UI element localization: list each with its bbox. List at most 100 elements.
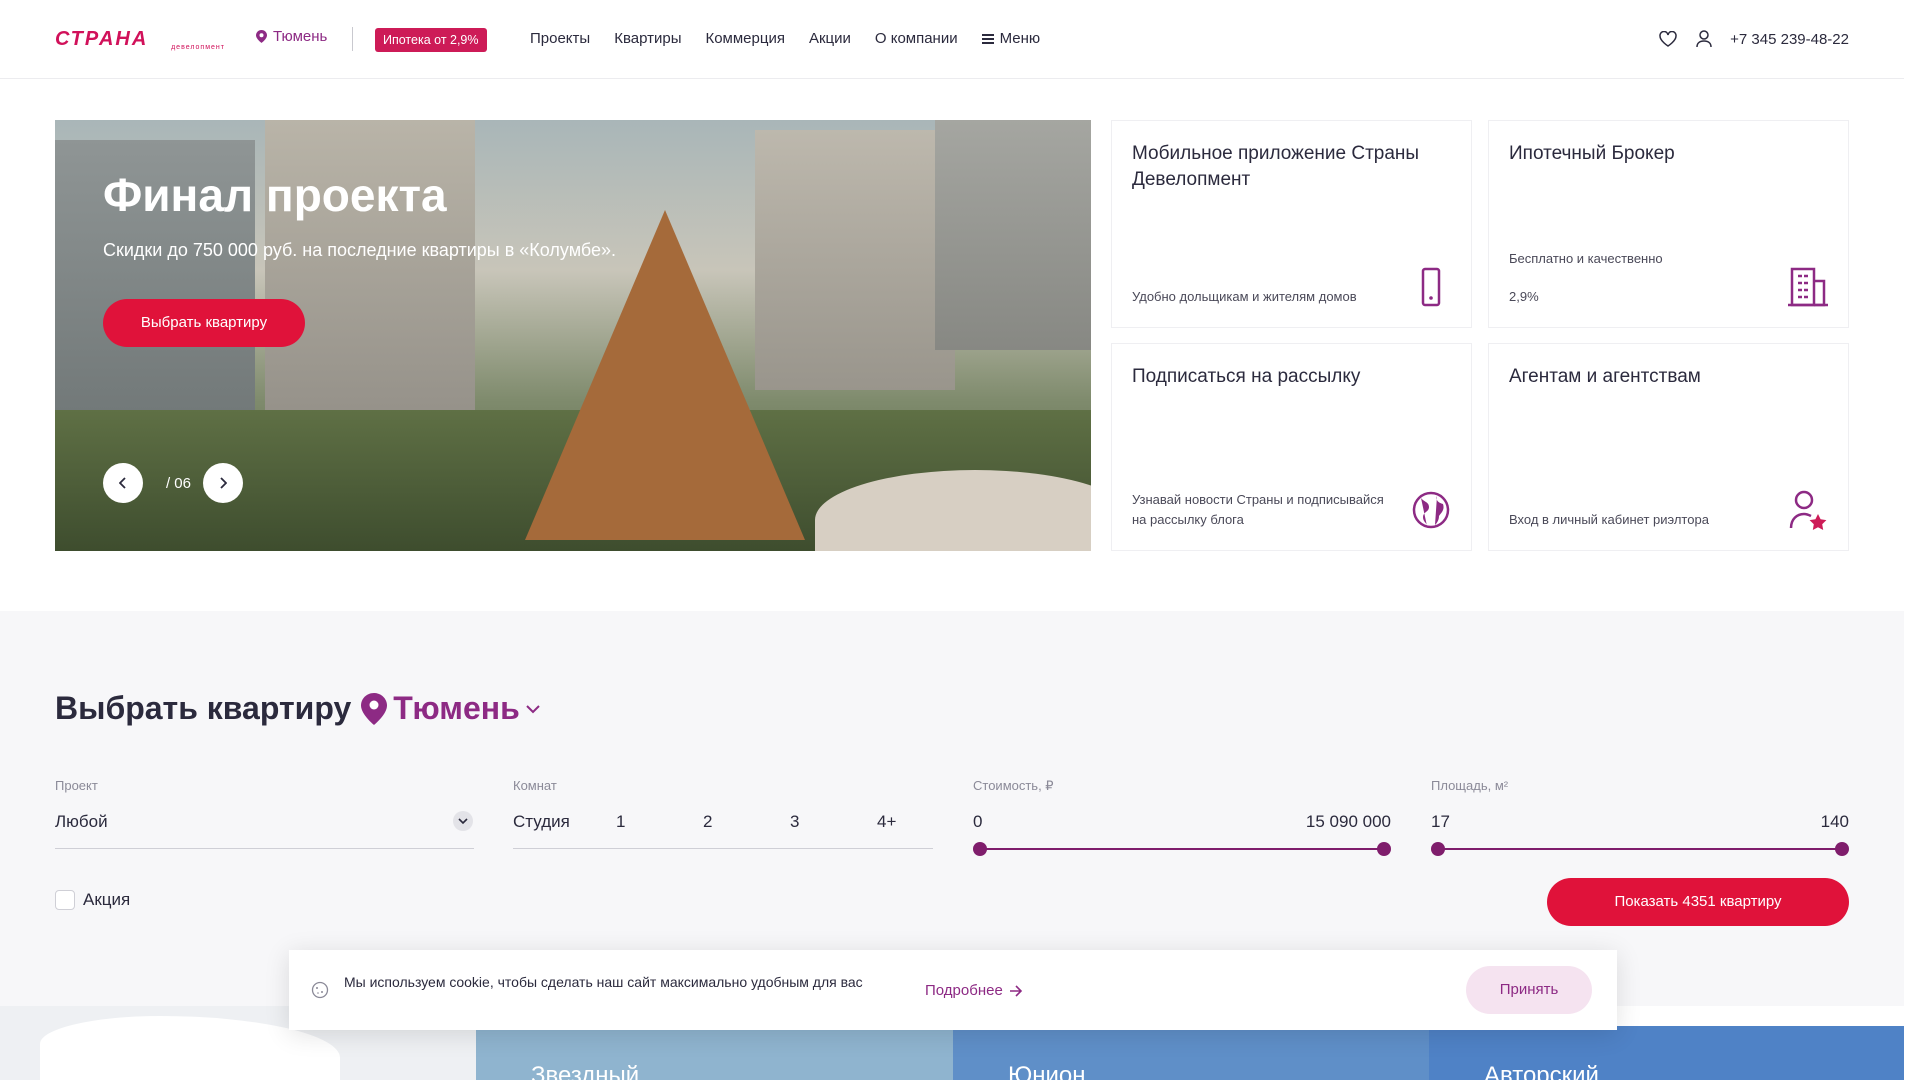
- card-mobile-app[interactable]: Мобильное приложение Страны Девелопмент …: [1111, 120, 1472, 328]
- selector-city-dropdown[interactable]: Тюмень: [361, 690, 540, 727]
- promo-checkbox-row[interactable]: Акция: [55, 890, 130, 910]
- project-card-avtorsky[interactable]: Авторский: [1429, 1026, 1904, 1080]
- card-mortgage-broker[interactable]: Ипотечный Брокер Бесплатно и качественно…: [1488, 120, 1849, 328]
- apartment-selector-heading: Выбрать квартиру Тюмень: [55, 690, 540, 727]
- project-filter-label: Проект: [55, 778, 98, 793]
- area-min-handle[interactable]: [1431, 842, 1445, 856]
- room-option-studio[interactable]: Студия: [513, 812, 616, 832]
- rooms-filter: Студия 1 2 3 4+: [513, 812, 964, 832]
- price-filter-label: Стоимость, ₽: [973, 778, 1054, 793]
- nav-promotions[interactable]: Акции: [809, 30, 851, 47]
- header-actions: +7 345 239-48-22: [1658, 29, 1849, 49]
- cookie-banner: Мы используем cookie, чтобы сделать наш …: [289, 950, 1617, 1030]
- building-icon: [1788, 267, 1828, 307]
- chevron-down-icon: [458, 817, 468, 824]
- city-selector[interactable]: Тюмень: [256, 28, 327, 45]
- price-max-value[interactable]: 15 090 000: [1250, 812, 1391, 832]
- cookie-accept-button[interactable]: Принять: [1466, 966, 1592, 1014]
- heart-icon[interactable]: [1658, 29, 1678, 49]
- chevron-left-icon: [119, 477, 126, 489]
- show-apartments-button[interactable]: Показать 4351 квартиру: [1547, 878, 1849, 926]
- header-divider: [352, 27, 353, 51]
- area-range-track: [1438, 848, 1842, 850]
- cookie-icon: [311, 981, 329, 999]
- apartment-selector-section: [0, 611, 1904, 1006]
- hero-subtitle: Скидки до 750 000 руб. на последние квар…: [103, 240, 616, 260]
- globe-icon: [1412, 491, 1450, 529]
- chevron-down-icon: [526, 704, 540, 713]
- hero-image-building: [935, 120, 1091, 350]
- hamburger-icon: [981, 33, 994, 44]
- room-option-4plus[interactable]: 4+: [877, 812, 964, 832]
- card-description-top: Бесплатно и качественно: [1509, 251, 1663, 266]
- cookie-more-label: Подробнее: [925, 982, 1003, 999]
- project-filter-value[interactable]: Любой: [55, 812, 108, 832]
- nav-about[interactable]: О компании: [875, 30, 958, 47]
- hero-title: Финал проекта: [103, 169, 447, 221]
- card-description: 2,9%: [1509, 289, 1539, 304]
- rooms-filter-label: Комнат: [513, 778, 557, 793]
- promo-checkbox-label: Акция: [83, 890, 131, 909]
- slider-next-button[interactable]: [203, 463, 243, 503]
- card-title: Агентам и агентствам: [1509, 366, 1701, 387]
- nav-apartments[interactable]: Квартиры: [614, 30, 681, 47]
- cookie-text: Мы используем cookie, чтобы сделать наш …: [344, 974, 863, 990]
- slider-prev-button[interactable]: [103, 463, 143, 503]
- phone-icon: [1421, 267, 1441, 307]
- room-option-2[interactable]: 2: [703, 812, 790, 832]
- logo-text: СТРАНА: [55, 28, 149, 50]
- card-title: Ипотечный Брокер: [1509, 143, 1675, 164]
- mortgage-promo-badge[interactable]: Ипотека от 2,9%: [375, 28, 487, 52]
- area-min-value[interactable]: 17: [1431, 812, 1450, 832]
- room-option-3[interactable]: 3: [790, 812, 877, 832]
- price-max-handle[interactable]: [1377, 842, 1391, 856]
- slide-counter: / 06: [165, 474, 191, 492]
- menu-button[interactable]: Меню: [981, 30, 1041, 47]
- area-max-handle[interactable]: [1835, 842, 1849, 856]
- project-dropdown-toggle[interactable]: [453, 811, 473, 831]
- choose-apartment-button[interactable]: Выбрать квартиру: [103, 299, 305, 347]
- card-newsletter[interactable]: Подписаться на рассылку Узнавай новости …: [1111, 343, 1472, 551]
- card-agents[interactable]: Агентам и агентствам Вход в личный кабин…: [1488, 343, 1849, 551]
- agent-star-icon: [1789, 490, 1827, 530]
- cookie-more-link[interactable]: Подробнее: [925, 982, 1023, 999]
- logo-subtext: девелопмент: [171, 44, 225, 51]
- city-label: Тюмень: [273, 28, 328, 45]
- logo[interactable]: СТРАНА девелопмент: [55, 28, 225, 52]
- project-name: Авторский: [1484, 1062, 1599, 1080]
- price-min-value[interactable]: 0: [973, 812, 982, 832]
- price-range-track: [980, 848, 1384, 850]
- user-icon[interactable]: [1694, 29, 1714, 49]
- phone-number[interactable]: +7 345 239-48-22: [1730, 31, 1849, 48]
- nav-projects[interactable]: Проекты: [530, 30, 590, 47]
- card-description: Узнавай новости Страны и подписывайся на…: [1132, 492, 1384, 527]
- project-name: Юнион: [1008, 1062, 1086, 1080]
- hero-slider[interactable]: Финал проекта Скидки до 750 000 руб. на …: [55, 120, 1091, 551]
- location-pin-icon: [361, 692, 388, 725]
- price-min-handle[interactable]: [973, 842, 987, 856]
- project-card-union[interactable]: Юнион: [953, 1026, 1429, 1080]
- menu-label: Меню: [999, 30, 1041, 47]
- room-option-1[interactable]: 1: [616, 812, 703, 832]
- area-max-value[interactable]: 140: [1700, 812, 1849, 832]
- card-description: Удобно дольщикам и жителям домов: [1132, 289, 1357, 304]
- project-name: Звездный: [531, 1062, 640, 1080]
- arrow-right-icon: [1009, 984, 1022, 997]
- site-header: СТРАНА девелопмент Тюмень Ипотека от 2,9…: [0, 0, 1904, 79]
- selector-city-label: Тюмень: [393, 690, 520, 726]
- card-title: Подписаться на рассылку: [1132, 366, 1361, 387]
- chevron-right-icon: [220, 477, 227, 489]
- project-card-zvezdny[interactable]: Звездный: [476, 1026, 953, 1080]
- area-filter-label: Площадь, м²: [1431, 778, 1509, 793]
- nav-commerce[interactable]: Коммерция: [705, 30, 784, 47]
- hero-image-building: [265, 120, 475, 410]
- location-pin-icon: [256, 30, 267, 43]
- promo-checkbox[interactable]: [55, 890, 75, 910]
- slider-controls: / 06: [103, 463, 243, 503]
- card-title: Мобильное приложение Страны Девелопмент: [1132, 143, 1420, 190]
- project-filter-underline: [55, 848, 474, 849]
- rooms-filter-underline: [513, 848, 933, 849]
- card-description: Вход в личный кабинет риэлтора: [1509, 512, 1709, 527]
- selector-title: Выбрать квартиру: [55, 690, 352, 726]
- main-nav: Проекты Квартиры Коммерция Акции О компа…: [530, 30, 1040, 47]
